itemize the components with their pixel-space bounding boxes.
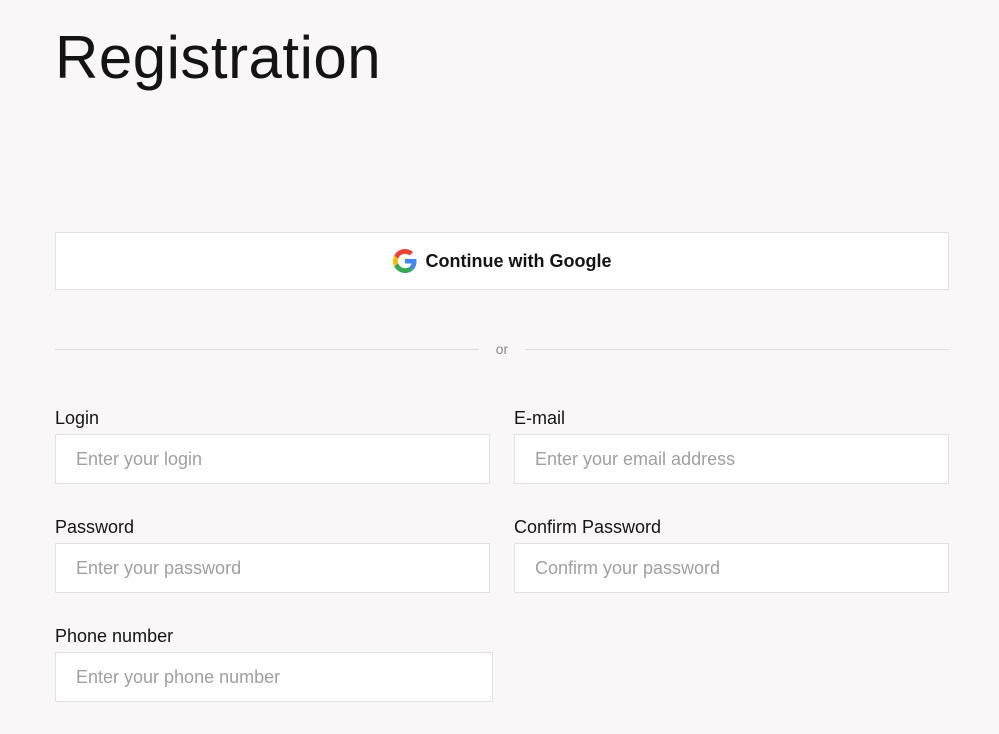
login-input[interactable] (55, 434, 490, 484)
login-label: Login (55, 408, 100, 428)
confirm-password-field-group: Confirm Password (514, 517, 949, 593)
continue-with-google-label: Continue with Google (425, 250, 612, 271)
login-field-group: Login (55, 408, 490, 484)
divider-text: or (495, 341, 509, 357)
confirm-password-label: Confirm Password (514, 517, 662, 537)
page-title: Registration (55, 24, 382, 91)
phone-field-group: Phone number (55, 626, 493, 702)
phone-label: Phone number (55, 626, 174, 646)
registration-page: Registration Continue with Google or Log… (0, 0, 999, 734)
divider-line-left (55, 348, 479, 350)
or-divider: or (55, 338, 949, 360)
email-label: E-mail (514, 408, 566, 428)
continue-with-google-button[interactable]: Continue with Google (55, 232, 949, 290)
confirm-password-input[interactable] (514, 543, 949, 593)
password-input[interactable] (55, 543, 490, 593)
divider-line-right (525, 348, 949, 350)
password-label: Password (55, 517, 135, 537)
phone-input[interactable] (55, 652, 493, 702)
email-field-group: E-mail (514, 408, 949, 484)
email-input[interactable] (514, 434, 949, 484)
google-g-icon (392, 249, 416, 273)
password-field-group: Password (55, 517, 490, 593)
